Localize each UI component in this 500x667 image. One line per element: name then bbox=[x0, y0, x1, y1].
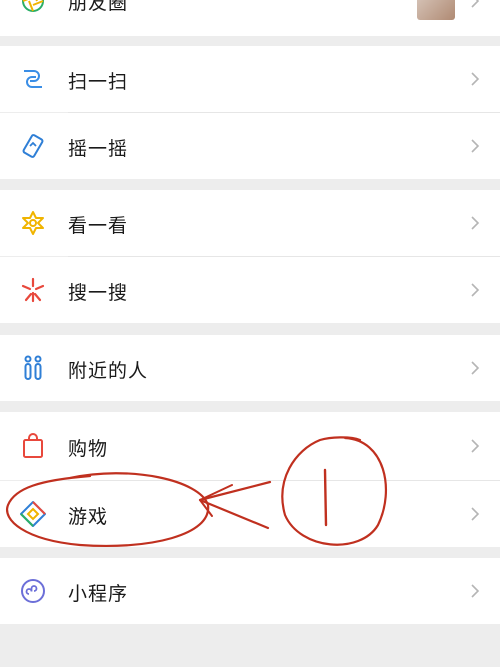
menu-item-mini-programs-label: 小程序 bbox=[68, 583, 129, 605]
menu-item-shake-label: 摇一摇 bbox=[68, 138, 129, 160]
chevron-right-icon bbox=[471, 361, 480, 375]
chevron-right-icon bbox=[471, 584, 480, 598]
chevron-right-icon bbox=[471, 283, 480, 297]
chevron-right-icon bbox=[471, 139, 480, 153]
menu-item-scan-label: 扫一扫 bbox=[68, 71, 129, 93]
menu-item-moments-label: 朋友圈 bbox=[68, 0, 129, 14]
mini-programs-icon bbox=[18, 576, 48, 606]
menu-item-scan[interactable]: 扫一扫 bbox=[0, 46, 500, 112]
menu-item-top-stories-label: 看一看 bbox=[68, 215, 129, 237]
chevron-right-icon bbox=[471, 72, 480, 86]
menu-item-games[interactable]: 游戏 bbox=[0, 481, 500, 547]
menu-item-games-label: 游戏 bbox=[68, 506, 109, 528]
chevron-right-icon bbox=[471, 216, 480, 230]
menu-item-shopping-label: 购物 bbox=[68, 438, 109, 460]
top-stories-icon bbox=[18, 208, 48, 238]
menu-item-shake[interactable]: 摇一摇 bbox=[0, 113, 500, 179]
menu-item-moments[interactable]: 朋友圈 bbox=[0, 0, 500, 36]
chevron-right-icon bbox=[471, 0, 480, 8]
menu-item-search[interactable]: 搜一搜 bbox=[0, 257, 500, 323]
shopping-bag-icon bbox=[18, 431, 48, 461]
games-icon bbox=[18, 499, 48, 529]
menu-item-top-stories[interactable]: 看一看 bbox=[0, 190, 500, 256]
menu-item-mini-programs[interactable]: 小程序 bbox=[0, 558, 500, 624]
shake-icon bbox=[18, 131, 48, 161]
scan-icon bbox=[18, 64, 48, 94]
menu-item-shopping[interactable]: 购物 bbox=[0, 412, 500, 480]
moments-thumbnail bbox=[417, 0, 455, 20]
chevron-right-icon bbox=[471, 507, 480, 521]
people-nearby-icon bbox=[18, 353, 48, 383]
search-icon bbox=[18, 275, 48, 305]
chevron-right-icon bbox=[471, 439, 480, 453]
menu-item-people-nearby[interactable]: 附近的人 bbox=[0, 335, 500, 401]
moments-icon bbox=[18, 0, 48, 16]
menu-item-people-nearby-label: 附近的人 bbox=[68, 360, 149, 382]
menu-item-search-label: 搜一搜 bbox=[68, 282, 129, 304]
